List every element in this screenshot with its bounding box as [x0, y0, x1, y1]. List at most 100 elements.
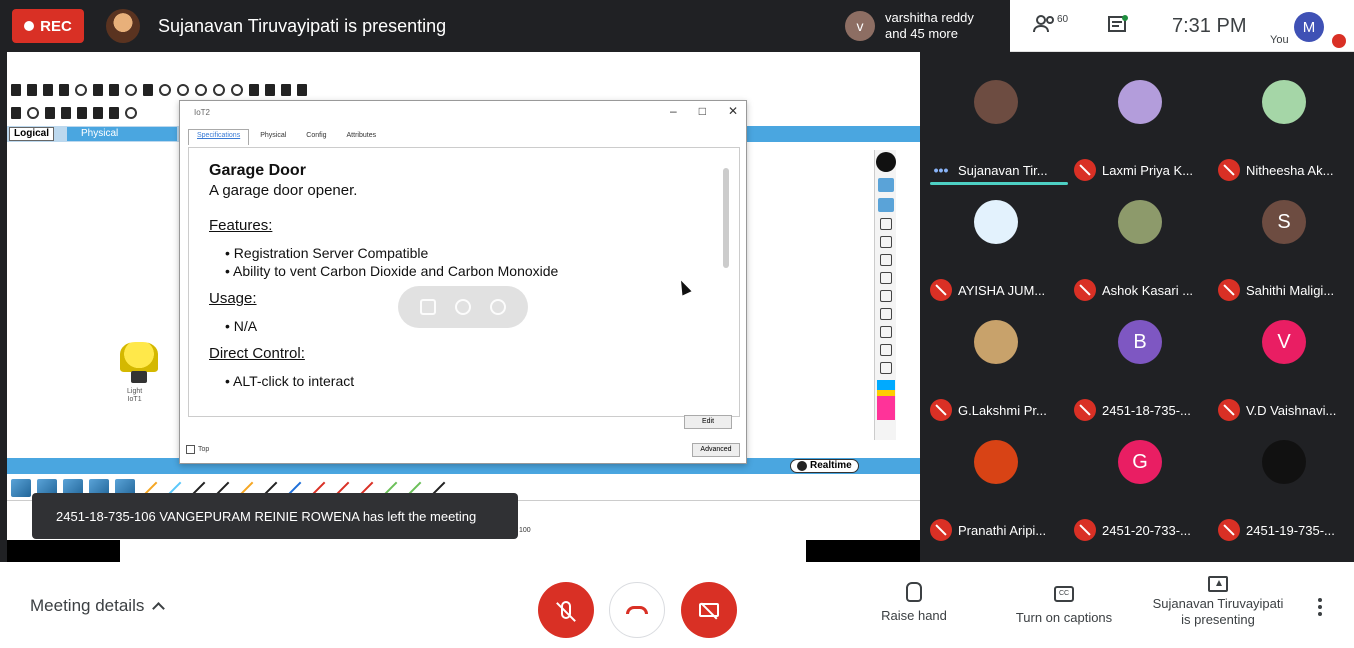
mic-toggle-button[interactable]	[538, 582, 594, 638]
participant-name: Sahithi Maligi...	[1246, 282, 1335, 298]
mic-off-icon	[561, 601, 571, 619]
dialog-title: IoT2	[194, 107, 211, 117]
custom-device-icon	[281, 84, 291, 96]
new-file-icon	[11, 84, 21, 96]
captions-button[interactable]: CC Turn on captions	[1006, 582, 1122, 626]
participant-name-bar: 2451-20-733-...	[1074, 519, 1212, 541]
leave-call-button[interactable]	[609, 582, 665, 638]
chat-icon[interactable]	[1107, 14, 1129, 36]
trash-icon[interactable]	[879, 308, 892, 320]
tab-specifications[interactable]: Specifications	[188, 129, 250, 145]
tile-hover-controls	[398, 286, 528, 328]
minimize-icon[interactable]: –	[670, 104, 677, 118]
select-icon	[11, 107, 21, 119]
raise-hand-button[interactable]: Raise hand	[872, 582, 956, 624]
device-description: A garage door opener.	[209, 182, 358, 199]
tab-physical[interactable]: Physical	[67, 127, 177, 141]
zoom-reset-icon	[213, 84, 225, 96]
save-file-icon	[43, 84, 53, 96]
viewers-text: varshitha reddy and 45 more	[885, 10, 974, 42]
participant-tile[interactable]: G.Lakshmi Pr...	[924, 298, 1068, 421]
eraser-icon[interactable]	[879, 254, 892, 266]
mute-icon[interactable]	[454, 299, 471, 315]
participant-tile[interactable]: G 2451-20-733-...	[1068, 418, 1212, 541]
light-bulb-icon[interactable]	[120, 342, 158, 372]
zoom-in-icon	[195, 84, 207, 96]
resize-icon	[61, 107, 71, 119]
inspect-icon	[27, 107, 39, 119]
realtime-label: Realtime	[810, 460, 852, 471]
realtime-mode-button[interactable]: Realtime	[790, 459, 859, 473]
participant-tile[interactable]: AYISHA JUM...	[924, 178, 1068, 301]
pointer-icon[interactable]	[877, 198, 894, 212]
participant-tile[interactable]: V V.D Vaishnavi...	[1212, 298, 1354, 421]
participant-tile[interactable]: Pranathi Aripi...	[924, 418, 1068, 541]
participant-avatar: B	[1118, 320, 1162, 364]
participant-tile[interactable]: 2451-19-735-...	[1212, 418, 1354, 541]
participant-name-bar: 2451-19-735-...	[1218, 519, 1354, 541]
features-list: Registration Server Compatible Ability t…	[209, 244, 719, 280]
close-icon[interactable]: ✕	[728, 104, 738, 118]
pin-icon[interactable]	[419, 299, 436, 315]
direct-control-heading: Direct Control:	[209, 345, 305, 362]
device-label-line1: Light	[127, 388, 143, 395]
advanced-button[interactable]: Advanced	[692, 443, 740, 457]
dot-icon[interactable]	[879, 272, 892, 284]
tab-physical-dialog[interactable]: Physical	[251, 129, 295, 145]
pt-menu-bar	[7, 64, 920, 78]
participant-name: Ashok Kasari ...	[1102, 282, 1194, 298]
participant-tile[interactable]: Laxmi Priya K...	[1068, 58, 1212, 181]
camera-toggle-button[interactable]	[681, 582, 737, 638]
note-tool-icon[interactable]	[879, 218, 892, 230]
participant-tile[interactable]: Ashok Kasari ...	[1068, 178, 1212, 301]
delete-icon	[45, 107, 55, 119]
eye-icon[interactable]	[877, 178, 894, 192]
self-avatar[interactable]: M	[1294, 12, 1324, 42]
undo-tool-icon[interactable]	[879, 290, 892, 302]
clock: 7:31 PM	[1172, 15, 1247, 37]
participant-tile[interactable]: Nitheesha Ak...	[1212, 58, 1354, 181]
remove-icon[interactable]	[490, 299, 507, 315]
more-options-icon[interactable]	[1318, 598, 1322, 616]
dialog-scrollbar[interactable]	[721, 156, 731, 406]
pdu-icon[interactable]	[879, 326, 892, 338]
participant-tile[interactable]: B 2451-18-735-...	[1068, 298, 1212, 421]
feature-item: Registration Server Compatible	[225, 244, 719, 262]
participant-tile[interactable]: S Sahithi Maligi...	[1212, 178, 1354, 301]
camera-icon[interactable]	[879, 344, 892, 356]
top-checkbox[interactable]: Top	[186, 445, 209, 454]
meeting-details-button[interactable]: Meeting details	[30, 596, 166, 616]
participant-name-bar: Sahithi Maligi...	[1218, 279, 1354, 301]
rectangle-icon	[109, 107, 119, 119]
people-button[interactable]: 60	[1033, 14, 1068, 34]
participant-tile[interactable]: ••• Sujanavan Tir...	[924, 58, 1068, 185]
maximize-icon[interactable]: □	[699, 104, 706, 118]
copy-icon	[125, 84, 137, 96]
color-palette[interactable]	[876, 380, 895, 420]
tab-config[interactable]: Config	[297, 129, 335, 145]
tab-attributes[interactable]: Attributes	[338, 129, 386, 145]
presenting-button[interactable]: Sujanavan Tiruvayipati is presenting	[1146, 576, 1290, 628]
scrollbar-thumb[interactable]	[723, 168, 729, 268]
record-dot-icon	[24, 21, 35, 31]
viewers-indicator[interactable]: v varshitha reddy and 45 more	[845, 7, 1005, 45]
router-icon[interactable]	[11, 479, 31, 497]
pt-help-icon[interactable]	[875, 152, 896, 172]
edit-button[interactable]: Edit	[684, 415, 732, 429]
participant-name-bar: ••• Sujanavan Tir...	[930, 160, 1068, 180]
meeting-details-label: Meeting details	[30, 596, 145, 615]
people-icon	[1033, 15, 1054, 33]
tab-logical[interactable]: Logical	[9, 127, 55, 141]
participant-avatar	[1262, 80, 1306, 124]
redo-icon	[177, 84, 189, 96]
raise-hand-label: Raise hand	[881, 608, 947, 623]
participant-avatar: V	[1262, 320, 1306, 364]
participant-name-bar: AYISHA JUM...	[930, 279, 1068, 301]
paste-icon	[143, 84, 153, 96]
self-label: You	[1270, 34, 1289, 46]
checkbox-icon[interactable]	[186, 445, 195, 454]
clipboard-icon[interactable]	[879, 362, 892, 374]
viewers-line1: varshitha reddy	[885, 10, 974, 25]
draw-line-icon[interactable]	[879, 236, 892, 248]
features-heading: Features:	[209, 217, 273, 234]
